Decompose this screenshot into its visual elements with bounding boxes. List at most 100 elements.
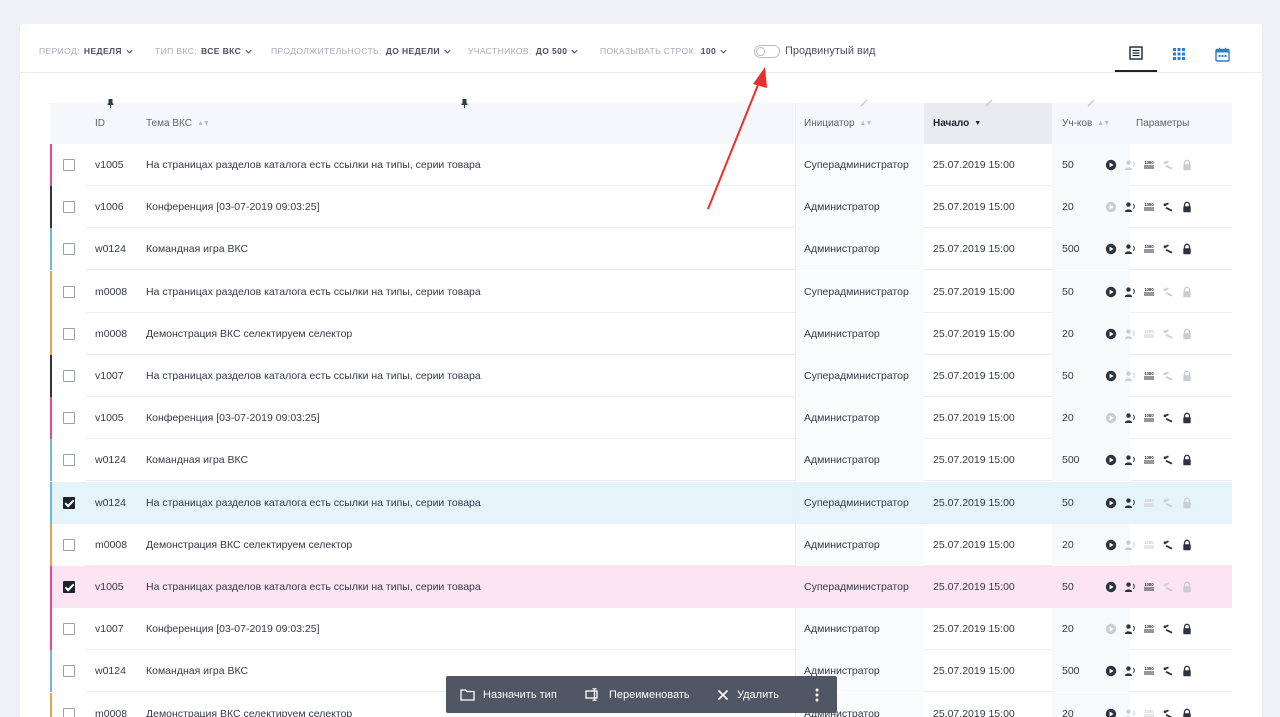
cell-participants: 50: [1062, 581, 1074, 593]
participant-audio-icon: [1124, 201, 1136, 213]
hd-1080-icon: 1080: [1143, 708, 1155, 717]
chevron-down-icon: [245, 49, 252, 54]
lock-icon: [1181, 370, 1193, 382]
assign-type-button[interactable]: Назначить тип: [460, 676, 557, 713]
advanced-view-toggle[interactable]: [754, 45, 780, 58]
more-vertical-icon: [815, 688, 819, 701]
cell-topic[interactable]: Конференция [03-07-2019 09:03:25]: [146, 608, 786, 650]
table-row[interactable]: w0124 На страницах разделов каталога есть…: [50, 481, 1232, 524]
table-row[interactable]: m0008 На страницах разделов каталога есть…: [50, 270, 1232, 313]
cell-start: 25.07.2019 15:00: [933, 243, 1015, 256]
participant-audio-icon: [1124, 159, 1136, 171]
column-resize-icon[interactable]: [1087, 99, 1095, 107]
table-row[interactable]: v1006 Конференция [03-07-2019 09:03:25] Ад…: [50, 186, 1232, 229]
table-row[interactable]: v1005 На страницах разделов каталога есть…: [50, 566, 1232, 608]
rename-icon: [585, 688, 598, 701]
cell-params: 1080: [1105, 159, 1193, 171]
participant-audio-icon: [1124, 412, 1136, 424]
list-view-button[interactable]: [1115, 36, 1157, 72]
hd-1080-icon: 1080: [1143, 665, 1155, 677]
cell-start: 25.07.2019 15:00: [933, 538, 1015, 551]
column-header-start[interactable]: Начало ▼: [924, 103, 1052, 144]
table-row[interactable]: m0008 Демонстрация ВКС селектируем селект…: [50, 523, 1232, 566]
pin-icon[interactable]: [460, 99, 469, 108]
delete-button[interactable]: Удалить: [717, 676, 779, 713]
row-checkbox[interactable]: [63, 285, 75, 298]
row-checkbox[interactable]: [63, 327, 75, 340]
cell-topic[interactable]: Конференция [03-07-2019 09:03:25]: [146, 186, 786, 228]
filter-vks-type[interactable]: ТИП ВКС: ВСЕ ВКС: [155, 46, 253, 56]
cell-topic[interactable]: На страницах разделов каталога есть ссыл…: [146, 566, 786, 608]
cell-topic[interactable]: Командная игра ВКС: [146, 228, 786, 270]
column-header-id[interactable]: ID: [95, 103, 105, 144]
svg-text:1080: 1080: [1144, 456, 1154, 461]
hd-1080-icon: 1080: [1143, 623, 1155, 635]
list-view-icon: [1129, 46, 1143, 60]
cell-topic[interactable]: Демонстрация ВКС селектируем селектор: [146, 524, 786, 566]
column-resize-icon[interactable]: [860, 99, 868, 107]
column-header-participants[interactable]: Уч-ков ▲▼: [1062, 103, 1110, 144]
lock-icon: [1181, 665, 1193, 677]
filter-duration[interactable]: ПРОДОЛЖИТЕЛЬНОСТЬ: ДО НЕДЕЛИ: [271, 46, 452, 56]
column-resize-icon[interactable]: [985, 99, 993, 107]
rename-button[interactable]: Переименовать: [585, 676, 690, 713]
cell-topic[interactable]: На страницах разделов каталога есть ссыл…: [146, 271, 786, 313]
row-checkbox[interactable]: [63, 412, 75, 425]
play-icon: [1105, 708, 1117, 717]
row-checkbox[interactable]: [63, 159, 75, 171]
cell-start: 25.07.2019 15:00: [933, 327, 1015, 340]
cell-id: v1006: [95, 201, 124, 214]
cell-topic[interactable]: На страницах разделов каталога есть ссыл…: [146, 482, 786, 524]
table-row[interactable]: m0008 Демонстрация ВКС селектируем селект…: [50, 312, 1232, 355]
participant-audio-icon: [1124, 497, 1136, 509]
row-checkbox[interactable]: [63, 243, 75, 256]
cell-topic[interactable]: Конференция [03-07-2019 09:03:25]: [146, 397, 786, 439]
table-row[interactable]: v1005 На страницах разделов каталога есть…: [50, 144, 1232, 186]
sort-desc-icon: ▼: [974, 120, 981, 127]
cell-start: 25.07.2019 15:00: [933, 159, 1015, 171]
svg-text:1080: 1080: [1144, 413, 1154, 418]
table-row[interactable]: v1007 На страницах разделов каталога есть…: [50, 355, 1232, 397]
cell-start: 25.07.2019 15:00: [933, 285, 1015, 298]
hd-1080-icon: 1080: [1143, 159, 1155, 171]
lock-icon: [1181, 201, 1193, 213]
table-row[interactable]: w0124 Командная игра ВКС Администратор 25.0…: [50, 228, 1232, 271]
cell-params: 1080: [1105, 328, 1193, 340]
row-checkbox[interactable]: [63, 623, 75, 636]
row-checkbox[interactable]: [63, 201, 75, 214]
record-icon: [1162, 497, 1174, 509]
row-checkbox[interactable]: [63, 370, 75, 382]
table-row[interactable]: w0124 Командная игра ВКС Администратор 25.0…: [50, 439, 1232, 482]
row-checkbox[interactable]: [63, 707, 75, 717]
cell-participants: 20: [1062, 623, 1074, 636]
row-checkbox[interactable]: [63, 454, 75, 467]
filter-participants[interactable]: УЧАСТНИКОВ: ДО 500: [468, 46, 579, 56]
cell-topic[interactable]: Командная игра ВКС: [146, 439, 786, 481]
row-checkbox[interactable]: [63, 665, 75, 678]
record-icon: [1162, 201, 1174, 213]
table-row[interactable]: v1005 Конференция [03-07-2019 09:03:25] Ад…: [50, 397, 1232, 440]
row-checkbox[interactable]: [63, 581, 75, 593]
row-checkbox[interactable]: [63, 538, 75, 551]
record-icon: [1162, 328, 1174, 340]
cell-topic[interactable]: Демонстрация ВКС селектируем селектор: [146, 313, 786, 355]
cell-params: 1080: [1105, 454, 1193, 466]
cell-topic[interactable]: На страницах разделов каталога есть ссыл…: [146, 355, 786, 397]
column-header-topic[interactable]: Тема ВКС ▲▼: [146, 103, 210, 144]
table-row[interactable]: v1007 Конференция [03-07-2019 09:03:25] Ад…: [50, 608, 1232, 651]
filter-period[interactable]: ПЕРИОД: НЕДЕЛЯ: [39, 46, 134, 56]
filter-rows-per-page[interactable]: ПОКАЗЫВАТЬ СТРОК: 100: [600, 46, 728, 56]
more-actions-button[interactable]: [810, 676, 824, 713]
calendar-view-button[interactable]: [1201, 36, 1243, 72]
sort-icon: ▲▼: [196, 120, 210, 127]
sort-icon: ▲▼: [1097, 120, 1110, 127]
play-icon: [1105, 497, 1117, 509]
row-checkbox[interactable]: [63, 496, 75, 509]
cell-topic[interactable]: На страницах разделов каталога есть ссыл…: [146, 144, 786, 186]
cell-params: 1080: [1105, 370, 1193, 382]
svg-text:1080: 1080: [1144, 498, 1154, 503]
column-header-initiator[interactable]: Инициатор ▲▼: [804, 103, 872, 144]
grid-view-button[interactable]: [1158, 36, 1200, 72]
pin-icon[interactable]: [106, 99, 115, 108]
record-icon: [1162, 159, 1174, 171]
